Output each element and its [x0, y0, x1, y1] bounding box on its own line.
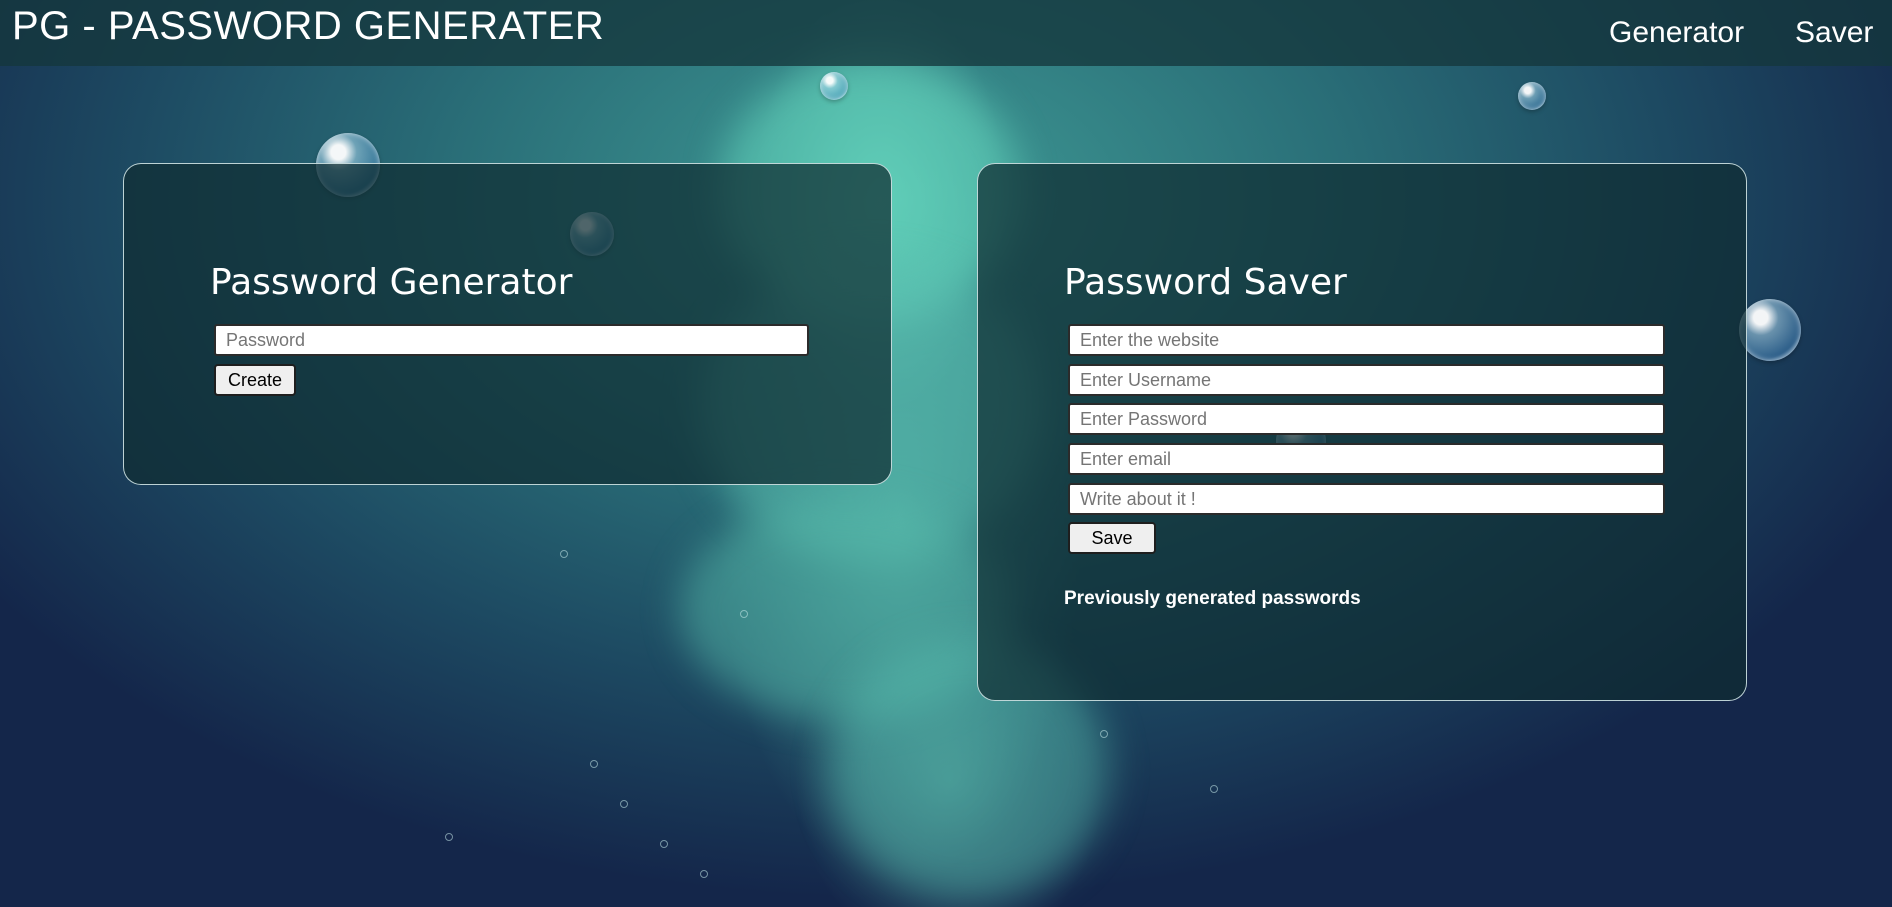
top-nav-bar: PG - PASSWORD GENERATER Generator Saver [0, 0, 1892, 66]
speck-decoration [700, 870, 708, 878]
generated-password-field[interactable] [214, 324, 809, 356]
bubble-decoration [820, 72, 848, 100]
save-button[interactable]: Save [1068, 522, 1156, 554]
speck-decoration [620, 800, 628, 808]
speck-decoration [560, 550, 568, 558]
app-brand-title: PG - PASSWORD GENERATER [12, 4, 605, 48]
speck-decoration [445, 833, 453, 841]
password-input[interactable] [1068, 403, 1665, 435]
username-input[interactable] [1068, 364, 1665, 396]
password-generator-card: Password Generator Create [123, 163, 892, 485]
website-input[interactable] [1068, 324, 1665, 356]
speck-decoration [740, 610, 748, 618]
password-saver-card: Password Saver Save Previously generated… [977, 163, 1747, 701]
bubble-decoration [1739, 299, 1801, 361]
password-saver-title: Password Saver [1064, 262, 1347, 303]
speck-decoration [1210, 785, 1218, 793]
speck-decoration [1100, 730, 1108, 738]
bubble-decoration [1518, 82, 1546, 110]
speck-decoration [590, 760, 598, 768]
speck-decoration [660, 840, 668, 848]
email-input[interactable] [1068, 443, 1665, 475]
nav-link-saver[interactable]: Saver [1795, 16, 1873, 50]
password-generator-title: Password Generator [210, 262, 573, 303]
previous-passwords-heading: Previously generated passwords [1064, 588, 1361, 609]
about-input[interactable] [1068, 483, 1665, 515]
nav-link-generator[interactable]: Generator [1609, 16, 1744, 50]
smoke-decoration [680, 500, 1010, 720]
create-button[interactable]: Create [214, 364, 297, 396]
